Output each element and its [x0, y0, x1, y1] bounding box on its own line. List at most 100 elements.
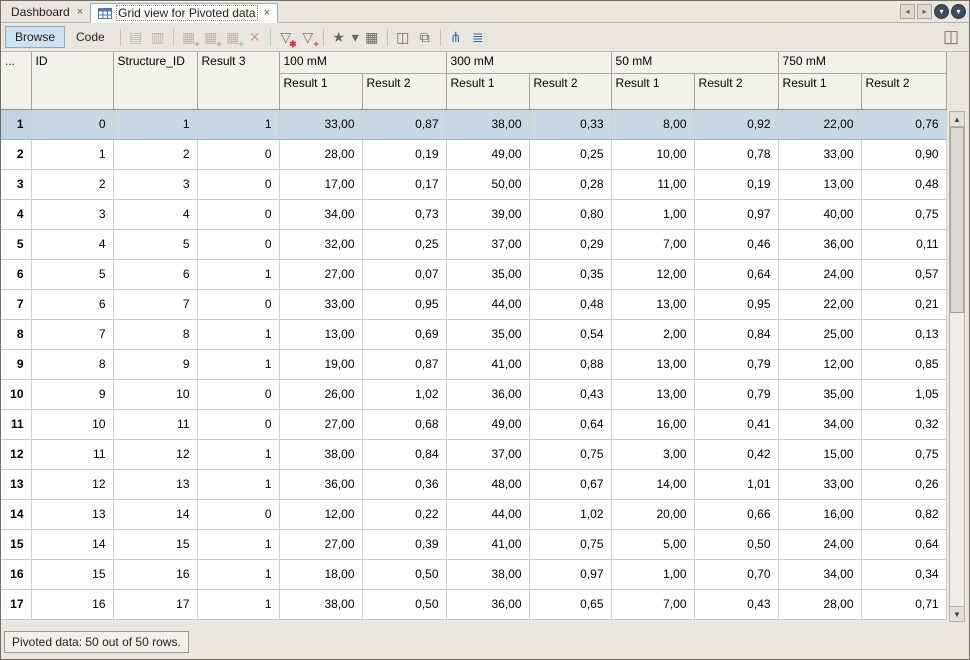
- cell[interactable]: 12,00: [279, 499, 362, 529]
- cell[interactable]: 24,00: [778, 259, 861, 289]
- cell[interactable]: 13,00: [279, 319, 362, 349]
- cell[interactable]: 0,34: [861, 559, 946, 589]
- add-column-icon[interactable]: ▦+: [222, 26, 244, 48]
- code-button[interactable]: Code: [66, 26, 115, 48]
- cell[interactable]: 14,00: [611, 469, 694, 499]
- cell[interactable]: 33,00: [279, 109, 362, 139]
- cell[interactable]: 1: [31, 139, 113, 169]
- split-panels-icon[interactable]: ◫: [392, 26, 414, 48]
- cell[interactable]: 0,41: [694, 409, 778, 439]
- cell[interactable]: 33,00: [778, 139, 861, 169]
- column-group-header[interactable]: 300 mM: [446, 52, 611, 73]
- cell[interactable]: 0: [197, 409, 279, 439]
- cell[interactable]: 13,00: [611, 379, 694, 409]
- cell[interactable]: 0,28: [529, 169, 611, 199]
- cell[interactable]: 14: [113, 499, 197, 529]
- row-header[interactable]: 11: [1, 409, 31, 439]
- cell[interactable]: 4: [113, 199, 197, 229]
- cell[interactable]: 0: [197, 289, 279, 319]
- cell[interactable]: 35,00: [778, 379, 861, 409]
- close-icon[interactable]: ×: [77, 6, 83, 18]
- cell[interactable]: 1,00: [611, 199, 694, 229]
- column-header[interactable]: Result 1: [279, 73, 362, 109]
- cell[interactable]: 1: [197, 439, 279, 469]
- cell[interactable]: 11,00: [611, 169, 694, 199]
- column-header[interactable]: Result 2: [861, 73, 946, 109]
- row-header[interactable]: 6: [1, 259, 31, 289]
- column-group-header[interactable]: 50 mM: [611, 52, 778, 73]
- cell[interactable]: 0,78: [694, 139, 778, 169]
- row-header[interactable]: 14: [1, 499, 31, 529]
- cell[interactable]: 0,46: [694, 229, 778, 259]
- cell[interactable]: 38,00: [446, 109, 529, 139]
- cell[interactable]: 11: [31, 439, 113, 469]
- cell[interactable]: 33,00: [778, 469, 861, 499]
- cell[interactable]: 0,75: [529, 529, 611, 559]
- cell[interactable]: 16,00: [778, 499, 861, 529]
- cell[interactable]: 7: [113, 289, 197, 319]
- scroll-tabs-left-button[interactable]: ◂: [900, 4, 915, 19]
- cell[interactable]: 36,00: [778, 229, 861, 259]
- row-header[interactable]: 12: [1, 439, 31, 469]
- cell[interactable]: 0: [197, 499, 279, 529]
- cell[interactable]: 13,00: [611, 349, 694, 379]
- cell[interactable]: 12: [113, 439, 197, 469]
- cell[interactable]: 49,00: [446, 409, 529, 439]
- column-header[interactable]: ID: [31, 52, 113, 109]
- remove-row-icon[interactable]: ▥: [147, 26, 169, 48]
- row-header[interactable]: 2: [1, 139, 31, 169]
- cell[interactable]: 0,79: [694, 349, 778, 379]
- cell[interactable]: 11: [113, 409, 197, 439]
- row-header[interactable]: 13: [1, 469, 31, 499]
- cell[interactable]: 0,80: [529, 199, 611, 229]
- cell[interactable]: 0,73: [362, 199, 446, 229]
- cell[interactable]: 0,22: [362, 499, 446, 529]
- cell[interactable]: 39,00: [446, 199, 529, 229]
- cell[interactable]: 3: [113, 169, 197, 199]
- cell[interactable]: 22,00: [778, 289, 861, 319]
- cell[interactable]: 40,00: [778, 199, 861, 229]
- layout-grid-icon[interactable]: ▦: [361, 26, 383, 48]
- cell[interactable]: 10: [31, 409, 113, 439]
- cell[interactable]: 0,71: [861, 589, 946, 619]
- cell[interactable]: 38,00: [279, 589, 362, 619]
- insert-row-below-icon[interactable]: ▦+: [200, 26, 222, 48]
- cell[interactable]: 38,00: [279, 439, 362, 469]
- cell[interactable]: 0,19: [362, 139, 446, 169]
- cell[interactable]: 0,25: [362, 229, 446, 259]
- cell[interactable]: 36,00: [446, 379, 529, 409]
- cell[interactable]: 0,25: [529, 139, 611, 169]
- scrollbar-track[interactable]: [950, 127, 964, 606]
- row-header[interactable]: 9: [1, 349, 31, 379]
- cell[interactable]: 1: [113, 109, 197, 139]
- cell[interactable]: 0,68: [362, 409, 446, 439]
- cell[interactable]: 0,13: [861, 319, 946, 349]
- tab-list-dropdown-button[interactable]: ▾: [934, 4, 949, 19]
- cell[interactable]: 28,00: [778, 589, 861, 619]
- cell[interactable]: 0,35: [529, 259, 611, 289]
- cell[interactable]: 49,00: [446, 139, 529, 169]
- cell[interactable]: 34,00: [778, 559, 861, 589]
- cell[interactable]: 27,00: [279, 259, 362, 289]
- scroll-down-button[interactable]: ▼: [950, 606, 964, 621]
- cell[interactable]: 1: [197, 529, 279, 559]
- cell[interactable]: 1,00: [611, 559, 694, 589]
- cell[interactable]: 13: [31, 499, 113, 529]
- cell[interactable]: 0,54: [529, 319, 611, 349]
- cell[interactable]: 4: [31, 229, 113, 259]
- cell[interactable]: 0: [197, 199, 279, 229]
- column-header[interactable]: Result 1: [611, 73, 694, 109]
- cell[interactable]: 0: [197, 169, 279, 199]
- cell[interactable]: 16: [113, 559, 197, 589]
- favorites-chevron-icon[interactable]: ▾: [350, 26, 361, 48]
- corner-header[interactable]: ...: [1, 52, 31, 109]
- cell[interactable]: 1: [197, 559, 279, 589]
- row-header[interactable]: 1: [1, 109, 31, 139]
- cell[interactable]: 3: [31, 199, 113, 229]
- cell[interactable]: 15,00: [778, 439, 861, 469]
- cell[interactable]: 34,00: [279, 199, 362, 229]
- cell[interactable]: 2: [31, 169, 113, 199]
- cell[interactable]: 0,67: [529, 469, 611, 499]
- cell[interactable]: 0,32: [861, 409, 946, 439]
- cell[interactable]: 0,64: [694, 259, 778, 289]
